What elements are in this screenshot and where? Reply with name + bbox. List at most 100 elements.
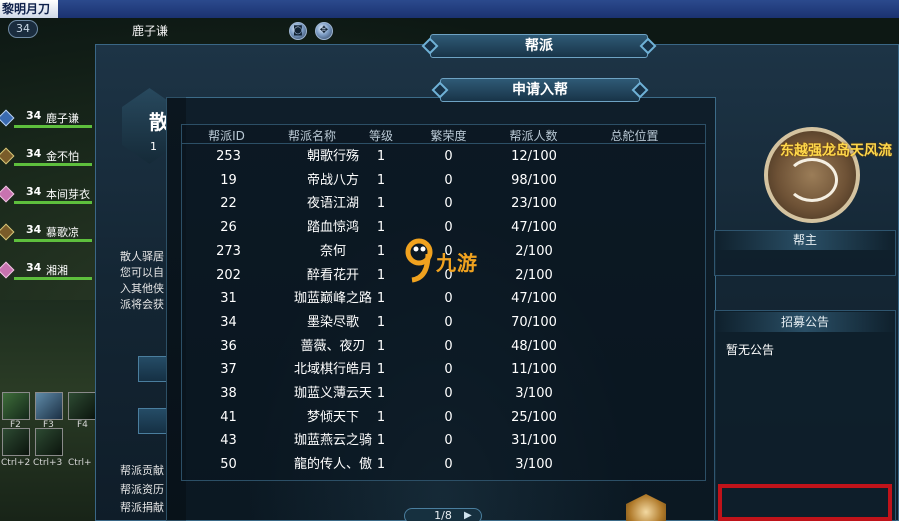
column-header-location[interactable]: 总舵位置: [597, 127, 672, 144]
next-page-icon[interactable]: ▶: [464, 510, 472, 521]
guild-level-cell: 1: [376, 267, 386, 283]
guild-members-cell: 70/100: [511, 314, 557, 330]
skill-key-label: Ctrl+: [68, 458, 92, 468]
guild-members-cell: 2/100: [515, 267, 553, 283]
guild-level-cell: 1: [376, 149, 386, 164]
skill-slot-f2[interactable]: [2, 392, 30, 420]
hp-bar: [14, 239, 92, 242]
class-icon: [0, 261, 15, 279]
guild-members-cell: 25/100: [511, 409, 557, 425]
guild-row[interactable]: 26 踏血惊鸿 1 0 47/100: [181, 216, 706, 240]
guild-level-cell: 1: [376, 220, 386, 236]
team-member[interactable]: 34 鹿子谦: [0, 108, 95, 146]
guild-id-cell: 34: [220, 314, 237, 330]
player-name: 鹿子谦: [132, 24, 169, 38]
watermark-logo-icon: [405, 238, 433, 283]
guild-location-cell: [591, 382, 671, 406]
team-member[interactable]: 34 慕歌凉: [0, 222, 95, 260]
guild-level-cell: 1: [376, 338, 386, 354]
column-header-prosperity[interactable]: 繁荣度: [421, 127, 476, 144]
guild-row[interactable]: 36 蔷薇、夜刃 1 0 48/100: [181, 335, 706, 359]
guild-level-cell: 1: [376, 243, 386, 259]
team-member-name: 本间芽衣: [46, 188, 90, 201]
guild-prosperity-cell: 0: [444, 172, 453, 188]
camera-button[interactable]: ◙: [289, 22, 307, 40]
target-lock-button[interactable]: ✥: [315, 22, 333, 40]
guild-location-cell: [591, 240, 671, 264]
skill-slot-f4[interactable]: [68, 392, 96, 420]
team-member[interactable]: 34 湘湘: [0, 260, 95, 298]
team-member-name: 湘湘: [46, 264, 68, 277]
guild-id-cell: 31: [220, 291, 237, 307]
guild-level-cell: 1: [376, 433, 386, 449]
guild-id-cell: 26: [220, 220, 237, 236]
guild-location-cell: [591, 358, 671, 382]
guild-level-cell: 1: [376, 196, 386, 212]
guild-location-cell: [591, 429, 671, 453]
team-member-name: 金不怕: [46, 150, 79, 163]
guild-location-cell: [591, 192, 671, 216]
guild-location-cell: [591, 287, 671, 311]
guild-id-cell: 19: [220, 172, 237, 188]
guild-row[interactable]: 43 珈蓝燕云之骑 1 0 31/100: [181, 429, 706, 453]
team-member[interactable]: 34 本间芽衣: [0, 184, 95, 222]
guild-row[interactable]: 19 帝战八方 1 0 98/100: [181, 169, 706, 193]
guild-side-button[interactable]: [138, 356, 168, 382]
guild-prosperity-cell: 0: [444, 386, 453, 401]
highlight-box: [718, 484, 892, 521]
hp-bar: [14, 201, 92, 204]
guild-level-cell: 1: [376, 314, 386, 330]
guild-prosperity-cell: 0: [444, 362, 453, 378]
cloud-emblem-icon: [786, 158, 838, 202]
guild-info-text: 入其他侠: [120, 282, 164, 295]
guild-row[interactable]: 253 朝歌行殇 1 0 12/100: [181, 145, 706, 169]
hp-bar: [14, 125, 92, 128]
guild-id-cell: 202: [216, 267, 241, 283]
recruit-notice-label: 招募公告: [714, 312, 896, 332]
guild-id-cell: 36: [220, 338, 237, 354]
guild-id-cell: 38: [220, 386, 237, 401]
column-header-name[interactable]: 帮派名称: [273, 127, 351, 144]
guild-stat-label: 帮派资历: [120, 483, 164, 496]
guild-side-button[interactable]: [138, 408, 168, 434]
mount-skill-slot[interactable]: [35, 428, 63, 456]
guild-row[interactable]: 50 龍的传人、傲 1 0 3/100: [181, 453, 706, 477]
skill-slot-ctrl2[interactable]: [2, 428, 30, 456]
column-header-level[interactable]: 等级: [361, 127, 401, 144]
guild-id-cell: 37: [220, 362, 237, 378]
guild-stat-label: 帮派贡献: [120, 464, 164, 477]
guild-location-cell: [591, 216, 671, 240]
guild-members-cell: 11/100: [511, 362, 557, 378]
guild-row[interactable]: 34 墨染尽歌 1 0 70/100: [181, 311, 706, 335]
player-level-badge: 34: [8, 20, 38, 38]
leader-flag-icon: [0, 109, 15, 127]
guild-row[interactable]: 37 北域棋行皓月 1 0 11/100: [181, 358, 706, 382]
team-member[interactable]: 34 金不怕: [0, 146, 95, 184]
leader-label: 帮主: [714, 230, 896, 250]
guild-row[interactable]: 41 梦倾天下 1 0 25/100: [181, 406, 706, 430]
guild-row[interactable]: 31 珈蓝巅峰之路 1 0 47/100: [181, 287, 706, 311]
guild-level-cell: 1: [376, 172, 386, 188]
guild-stat-label: 帮派捐献: [120, 501, 164, 514]
guild-members-cell: 98/100: [511, 172, 557, 188]
guild-info-text: 您可以自: [120, 266, 164, 279]
guild-level-cell: 1: [376, 362, 386, 378]
guild-row[interactable]: 22 夜语江湖 1 0 23/100: [181, 192, 706, 216]
guild-id-cell: 253: [216, 149, 241, 164]
guild-location-cell: [591, 169, 671, 193]
guild-members-cell: 23/100: [511, 196, 557, 212]
column-header-id[interactable]: 帮派ID: [199, 127, 254, 144]
recruit-notice-text: 暂无公告: [726, 343, 775, 357]
selected-guild-name: 东越强龙岛天风流: [780, 143, 892, 159]
column-header-members[interactable]: 帮派人数: [501, 127, 566, 144]
skill-slot-f3[interactable]: [35, 392, 63, 420]
hp-bar: [14, 277, 92, 280]
team-member-level: 34: [26, 223, 42, 236]
guild-id-cell: 50: [220, 457, 237, 473]
window-title-bar: 黎明月刀: [0, 0, 899, 18]
guild-location-cell: [591, 145, 671, 169]
team-member-name: 鹿子谦: [46, 112, 79, 125]
team-list: 34 鹿子谦 34 金不怕 34 本间芽衣 34 慕歌凉 34 湘湘: [0, 108, 95, 298]
guild-members-cell: 12/100: [511, 149, 557, 164]
guild-row[interactable]: 38 珈蓝义薄云天 1 0 3/100: [181, 382, 706, 406]
